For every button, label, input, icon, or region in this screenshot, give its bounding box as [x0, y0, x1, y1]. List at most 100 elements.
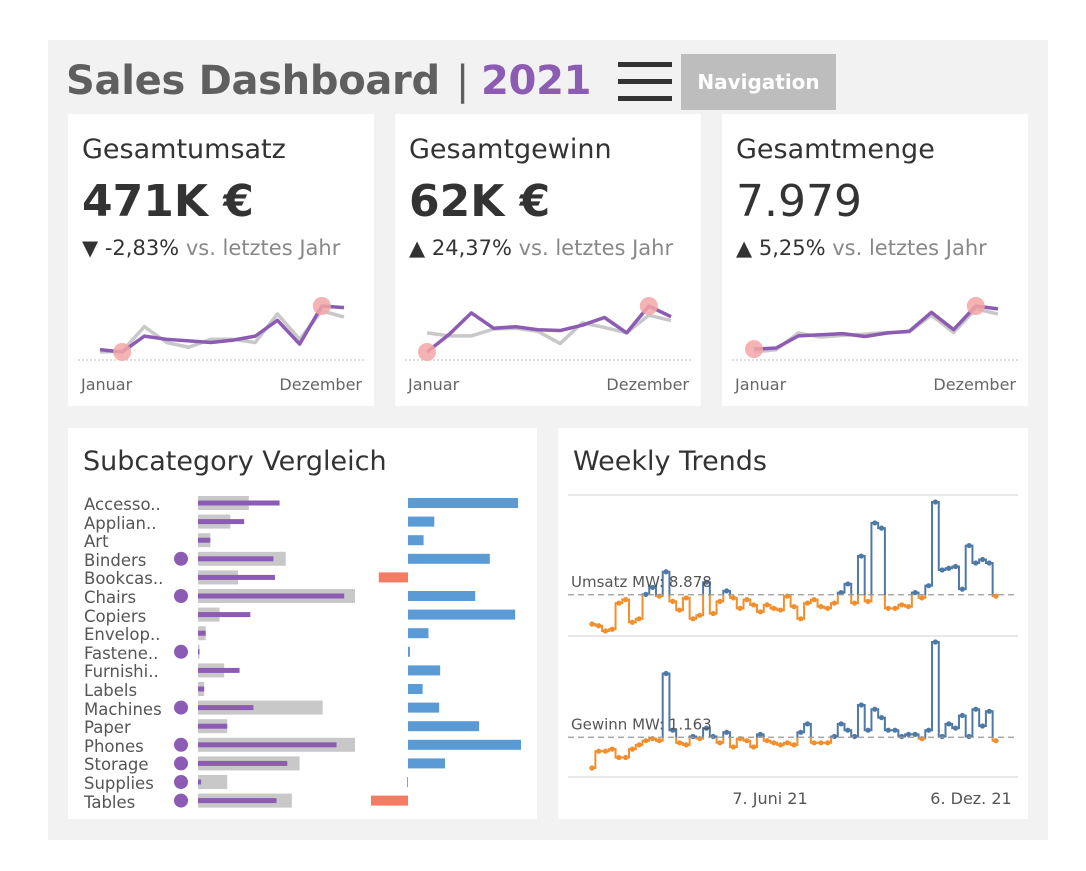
- highlight-point[interactable]: [745, 340, 763, 359]
- umsatz-point[interactable]: [623, 597, 629, 603]
- umsatz-point[interactable]: [589, 621, 595, 627]
- umsatz-point[interactable]: [865, 598, 871, 604]
- umsatz-point[interactable]: [697, 612, 703, 618]
- gewinn-point[interactable]: [724, 729, 730, 735]
- umsatz-point[interactable]: [973, 560, 979, 566]
- gewinn-point[interactable]: [596, 748, 602, 754]
- umsatz-point[interactable]: [892, 605, 898, 611]
- highlight-point[interactable]: [639, 297, 658, 315]
- gewinn-point[interactable]: [811, 740, 817, 746]
- gewinn-point[interactable]: [623, 754, 629, 761]
- menu-icon[interactable]: [618, 62, 672, 102]
- umsatz-point[interactable]: [764, 602, 770, 608]
- umsatz-point[interactable]: [905, 603, 912, 610]
- gewinn-point[interactable]: [912, 731, 918, 737]
- gewinn-point[interactable]: [993, 738, 999, 744]
- gewinn-point[interactable]: [717, 740, 723, 746]
- umsatz-point[interactable]: [751, 602, 757, 608]
- umsatz-point[interactable]: [690, 616, 696, 622]
- umsatz-point[interactable]: [616, 600, 622, 606]
- gewinn-point[interactable]: [986, 708, 992, 714]
- gewinn-point[interactable]: [676, 740, 683, 746]
- umsatz-point[interactable]: [885, 605, 891, 611]
- gewinn-point[interactable]: [946, 721, 952, 727]
- gewinn-point[interactable]: [905, 731, 912, 737]
- umsatz-point[interactable]: [757, 609, 763, 615]
- umsatz-point[interactable]: [852, 600, 858, 606]
- gewinn-point[interactable]: [959, 712, 965, 719]
- gewinn-point[interactable]: [629, 746, 635, 752]
- umsatz-point[interactable]: [966, 542, 972, 549]
- gewinn-point[interactable]: [663, 670, 669, 677]
- umsatz-point[interactable]: [737, 605, 743, 611]
- umsatz-point[interactable]: [845, 581, 851, 587]
- umsatz-point[interactable]: [899, 602, 905, 608]
- umsatz-point[interactable]: [683, 595, 689, 601]
- umsatz-point[interactable]: [798, 616, 804, 622]
- gewinn-point[interactable]: [939, 733, 945, 740]
- gewinn-point[interactable]: [878, 715, 885, 721]
- gewinn-point[interactable]: [643, 738, 649, 744]
- highlight-point[interactable]: [966, 297, 985, 315]
- gewinn-point[interactable]: [690, 733, 696, 740]
- umsatz-point[interactable]: [596, 623, 602, 629]
- highlight-point[interactable]: [312, 297, 331, 315]
- gewinn-point[interactable]: [872, 706, 878, 712]
- umsatz-point[interactable]: [939, 567, 945, 573]
- gewinn-point[interactable]: [798, 729, 804, 735]
- umsatz-point[interactable]: [919, 595, 925, 601]
- gewinn-point[interactable]: [636, 742, 642, 748]
- gewinn-point[interactable]: [845, 727, 851, 733]
- gewinn-point[interactable]: [825, 740, 831, 746]
- umsatz-point[interactable]: [926, 583, 932, 589]
- umsatz-point[interactable]: [804, 600, 811, 606]
- umsatz-point[interactable]: [959, 586, 965, 592]
- gewinn-point[interactable]: [932, 639, 938, 645]
- umsatz-point[interactable]: [831, 600, 837, 606]
- gewinn-point[interactable]: [771, 740, 777, 746]
- gewinn-point[interactable]: [616, 754, 622, 761]
- umsatz-point[interactable]: [744, 597, 750, 603]
- umsatz-point[interactable]: [602, 628, 609, 634]
- umsatz-point[interactable]: [724, 588, 730, 594]
- umsatz-point[interactable]: [825, 605, 831, 611]
- gewinn-point[interactable]: [804, 721, 811, 727]
- gewinn-point[interactable]: [683, 742, 689, 748]
- gewinn-point[interactable]: [899, 733, 905, 740]
- gewinn-point[interactable]: [656, 738, 662, 744]
- umsatz-point[interactable]: [771, 605, 777, 611]
- umsatz-point[interactable]: [872, 520, 878, 526]
- umsatz-point[interactable]: [643, 591, 649, 597]
- gewinn-point[interactable]: [858, 702, 864, 708]
- gewinn-point[interactable]: [979, 723, 986, 729]
- umsatz-point[interactable]: [979, 556, 986, 563]
- gewinn-point[interactable]: [757, 731, 763, 737]
- umsatz-point[interactable]: [878, 525, 885, 531]
- umsatz-point[interactable]: [791, 603, 797, 610]
- umsatz-point[interactable]: [858, 553, 864, 559]
- umsatz-point[interactable]: [946, 565, 952, 571]
- gewinn-point[interactable]: [885, 727, 891, 733]
- gewinn-point[interactable]: [973, 706, 979, 712]
- umsatz-point[interactable]: [953, 563, 959, 570]
- gewinn-point[interactable]: [926, 727, 932, 733]
- gewinn-point[interactable]: [609, 746, 615, 752]
- gewinn-point[interactable]: [710, 733, 716, 740]
- gewinn-point[interactable]: [751, 744, 757, 750]
- umsatz-point[interactable]: [670, 598, 676, 604]
- gewinn-point[interactable]: [602, 748, 609, 754]
- gewinn-point[interactable]: [852, 733, 858, 740]
- umsatz-point[interactable]: [730, 595, 736, 601]
- umsatz-point[interactable]: [676, 607, 683, 613]
- umsatz-point[interactable]: [717, 598, 723, 604]
- umsatz-point[interactable]: [636, 616, 642, 622]
- umsatz-point[interactable]: [710, 610, 716, 617]
- gewinn-point[interactable]: [838, 721, 844, 727]
- gewinn-point[interactable]: [784, 740, 790, 746]
- umsatz-point[interactable]: [811, 597, 817, 603]
- gewinn-point[interactable]: [818, 740, 824, 746]
- gewinn-point[interactable]: [865, 727, 871, 733]
- gewinn-point[interactable]: [892, 727, 898, 733]
- gewinn-point[interactable]: [831, 733, 837, 740]
- highlight-point[interactable]: [418, 343, 436, 361]
